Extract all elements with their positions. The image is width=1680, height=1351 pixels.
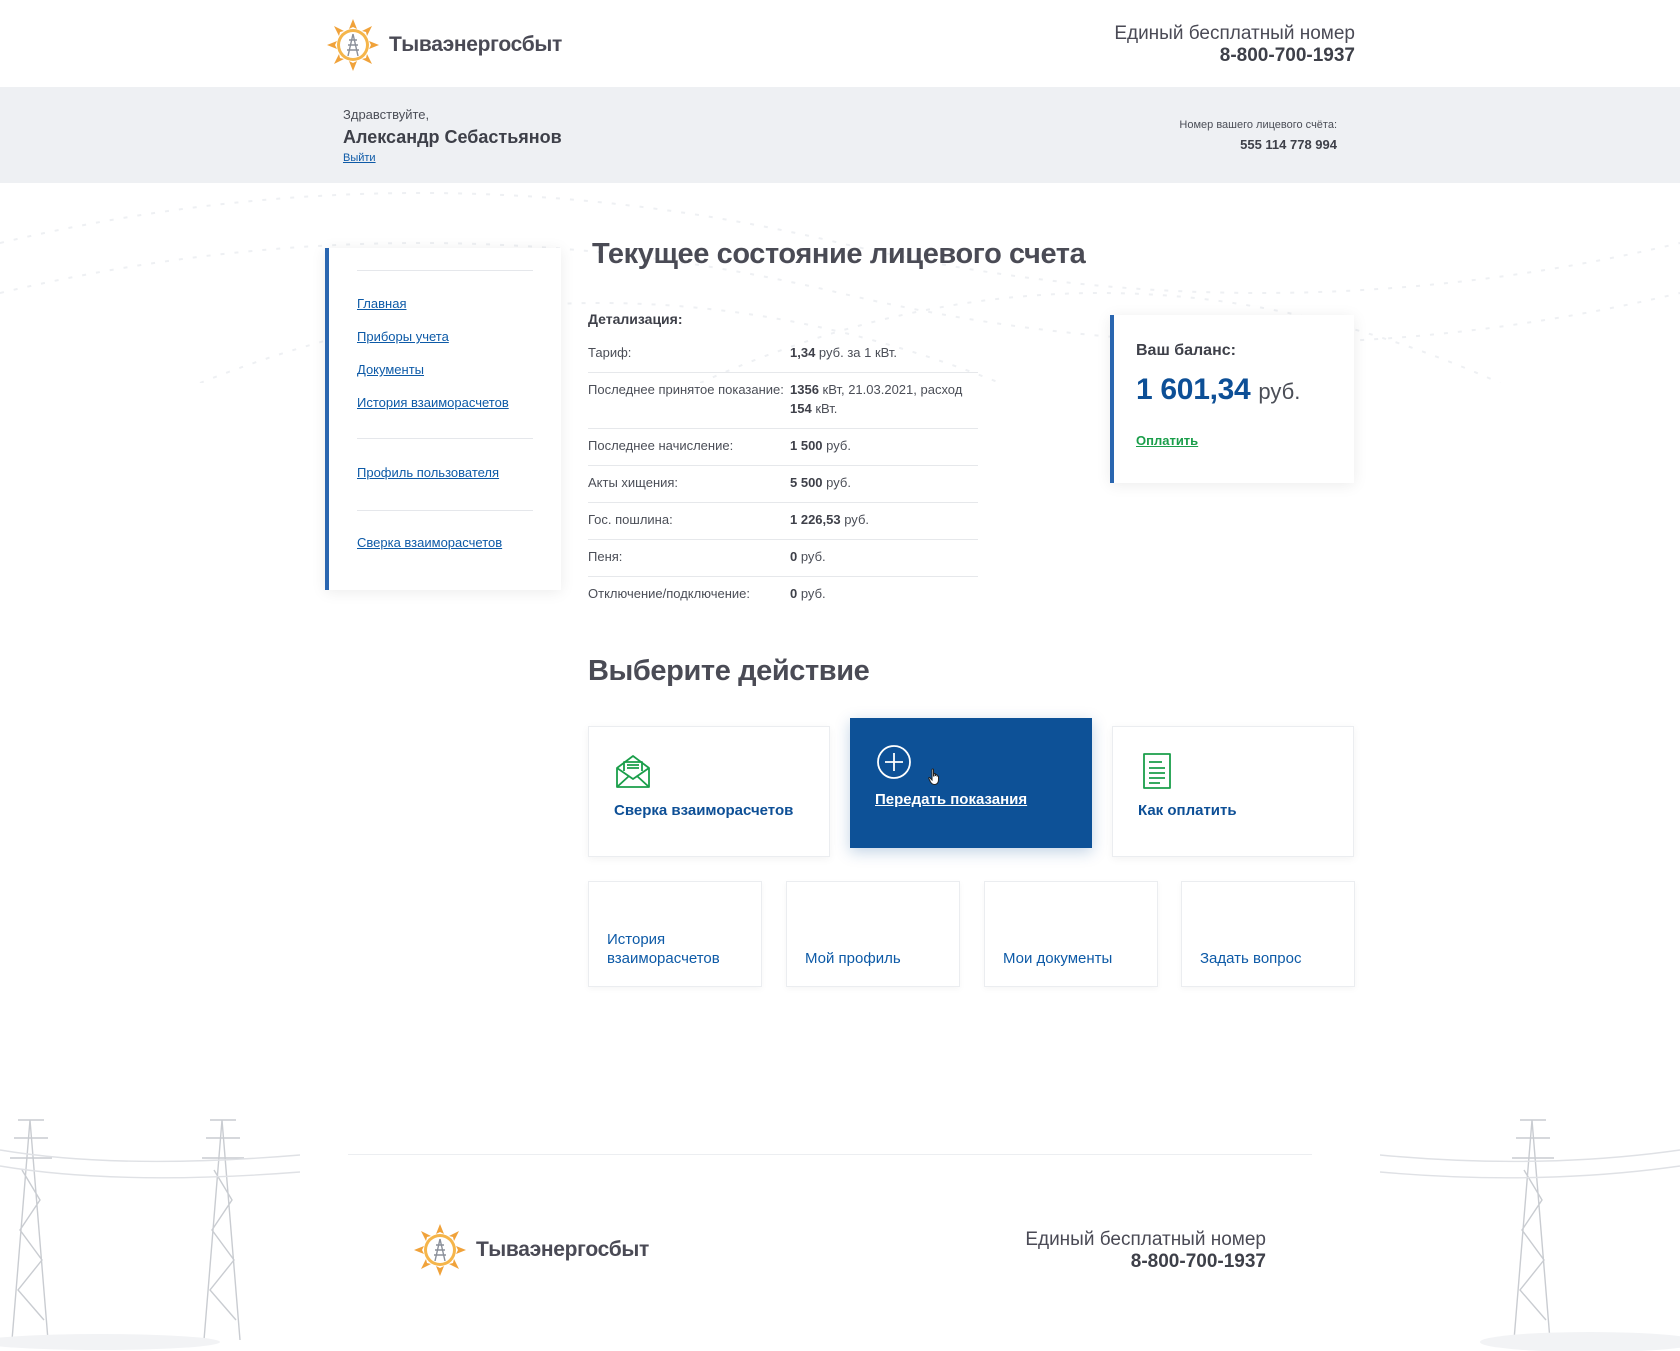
sidebar-item-documents[interactable]: Документы: [357, 362, 424, 377]
quick-link-profile[interactable]: Мой профиль: [786, 881, 960, 987]
user-bar: Здравствуйте, Александр Себастьянов Выйт…: [0, 87, 1680, 183]
hand-cursor-icon: [928, 768, 939, 786]
detail-value: 0 руб.: [790, 586, 826, 601]
balance-value: 1 601,34 руб.: [1136, 373, 1300, 407]
balance-label: Ваш баланс:: [1136, 342, 1236, 359]
actions-title: Выберите действие: [588, 655, 870, 687]
action-label: Сверка взаиморасчетов: [614, 802, 794, 819]
balance-amount: 1 601,34: [1136, 373, 1251, 406]
action-label: Как оплатить: [1138, 802, 1237, 819]
phone-label: Единый бесплатный номер: [1114, 23, 1355, 44]
sidebar-item-reconciliation[interactable]: Сверка взаиморасчетов: [357, 535, 502, 550]
quick-link-documents[interactable]: Мои документы: [984, 881, 1158, 987]
sidebar-item-history[interactable]: История взаиморасчетов: [357, 395, 509, 410]
detail-row-penalty: Пеня: 0 руб.: [588, 540, 978, 577]
sidebar-divider: [357, 510, 533, 511]
footer-phone: Единый бесплатный номер 8-800-700-1937: [1025, 1229, 1266, 1273]
detail-value: 0 руб.: [790, 549, 826, 564]
detail-label: Гос. пошлина:: [588, 512, 673, 527]
phone-label: Единый бесплатный номер: [1025, 1229, 1266, 1250]
quick-link-label: Мои документы: [1003, 950, 1113, 967]
detail-row-tariff: Тариф: 1,34 руб. за 1 кВт.: [588, 336, 978, 373]
detail-label: Последнее начисление:: [588, 438, 734, 453]
action-label: Передать показания: [875, 791, 1028, 808]
details-table: Тариф: 1,34 руб. за 1 кВт. Последнее при…: [588, 336, 978, 613]
header-phone: Единый бесплатный номер 8-800-700-1937: [1114, 23, 1355, 67]
quick-link-label: История взаиморасчетов: [607, 931, 720, 967]
sidebar-nav: Главная Приборы учета Документы История …: [325, 248, 561, 590]
logout-link[interactable]: Выйти: [343, 152, 376, 164]
detail-value: 1 500 руб.: [790, 438, 851, 453]
detail-value: 1 226,53 руб.: [790, 512, 870, 527]
action-card-reconciliation[interactable]: Сверка взаиморасчетов: [588, 726, 830, 857]
power-pylon-icon: [0, 1119, 300, 1350]
detail-label: Акты хищения:: [588, 475, 679, 490]
action-card-submit-readings[interactable]: Передать показания: [850, 718, 1092, 848]
sidebar-item-profile[interactable]: Профиль пользователя: [357, 465, 499, 480]
power-pylon-icon: [1380, 1119, 1680, 1351]
site-logo[interactable]: Тываэнергосбыт: [325, 17, 562, 73]
detail-label: Последнее принятое показание:: [588, 382, 784, 397]
detail-label: Тариф:: [588, 345, 632, 360]
phone-number[interactable]: 8-800-700-1937: [1025, 1251, 1266, 1273]
logo-sun-icon: [414, 1224, 466, 1276]
detail-label: Отключение/подключение:: [588, 586, 750, 601]
logo-text: Тываэнергосбыт: [389, 33, 562, 56]
logo-sun-icon: [327, 19, 379, 71]
phone-number[interactable]: 8-800-700-1937: [1114, 45, 1355, 67]
quick-link-label: Задать вопрос: [1200, 950, 1302, 967]
envelope-icon: [616, 755, 650, 788]
pay-link[interactable]: Оплатить: [1136, 433, 1198, 448]
balance-currency: руб.: [1258, 379, 1301, 404]
detail-row-disconnection: Отключение/подключение: 0 руб.: [588, 577, 978, 613]
detail-row-theft-acts: Акты хищения: 5 500 руб.: [588, 466, 978, 503]
sidebar-item-meters[interactable]: Приборы учета: [357, 329, 449, 344]
quick-link-history[interactable]: История взаиморасчетов: [588, 881, 762, 987]
detail-row-last-charge: Последнее начисление: 1 500 руб.: [588, 429, 978, 466]
account-number: 555 114 778 994: [1240, 137, 1337, 152]
action-card-how-to-pay[interactable]: Как оплатить: [1112, 726, 1354, 857]
sidebar-divider: [357, 270, 533, 271]
document-icon: [1143, 753, 1171, 789]
quick-link-label: Мой профиль: [805, 950, 901, 967]
account-label: Номер вашего лицевого счёта:: [1179, 119, 1337, 131]
logo-text: Тываэнергосбыт: [476, 1238, 649, 1261]
site-header: Тываэнергосбыт Единый бесплатный номер 8…: [0, 0, 1680, 87]
detail-value: 5 500 руб.: [790, 475, 851, 490]
detail-row-state-fee: Гос. пошлина: 1 226,53 руб.: [588, 503, 978, 540]
user-name: Александр Себастьянов: [343, 127, 562, 147]
greeting: Здравствуйте,: [343, 107, 430, 122]
details-title: Детализация:: [588, 311, 683, 327]
detail-value: 1356 кВт, 21.03.2021, расход 154 кВт.: [790, 382, 963, 416]
plus-circle-icon: [877, 745, 911, 779]
balance-card: Ваш баланс: 1 601,34 руб. Оплатить: [1110, 315, 1354, 483]
sidebar-item-home[interactable]: Главная: [357, 296, 406, 311]
detail-row-last-reading: Последнее принятое показание: 1356 кВт, …: [588, 373, 978, 429]
detail-value: 1,34 руб. за 1 кВт.: [790, 345, 898, 360]
footer-logo[interactable]: Тываэнергосбыт: [412, 1222, 649, 1278]
quick-link-ask-question[interactable]: Задать вопрос: [1181, 881, 1355, 987]
page-title: Текущее состояние лицевого счета: [592, 238, 1086, 270]
detail-label: Пеня:: [588, 549, 623, 564]
footer-divider: [348, 1154, 1312, 1155]
sidebar-divider: [357, 438, 533, 439]
